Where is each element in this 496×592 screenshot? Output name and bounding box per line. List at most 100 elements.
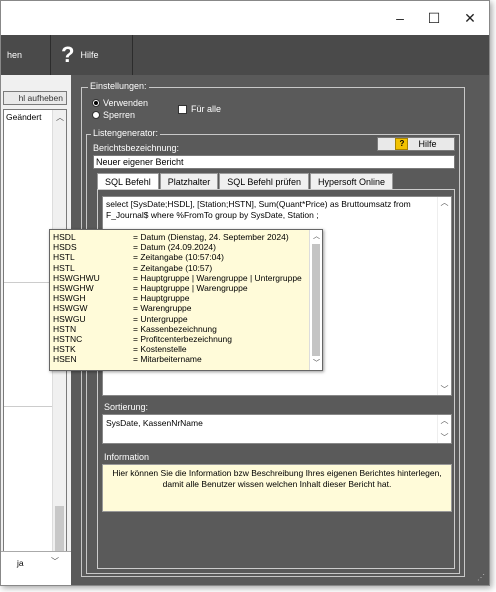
checkbox-all[interactable]: Für alle	[178, 104, 221, 114]
bottom-field-value[interactable]: ja	[17, 558, 24, 568]
list-divider	[4, 406, 52, 407]
placeholder-row[interactable]: HSDS = Datum (24.09.2024)	[51, 242, 309, 252]
tab-bar: SQL Befehl Platzhalter SQL Befehl prüfen…	[97, 173, 394, 190]
info-line-2: damit alle Benutzer wissen welchen Inhal…	[162, 479, 392, 489]
placeholder-value: = Untergruppe	[133, 313, 188, 324]
placeholder-value: = Mitarbeitername	[133, 354, 202, 365]
placeholder-value: = Hauptgruppe	[133, 293, 190, 304]
help-book-icon: ?	[395, 138, 409, 150]
toolbar-item-label: hen	[7, 50, 23, 60]
close-button[interactable]: ✕	[453, 1, 487, 35]
chevron-up-icon[interactable]: ︿	[56, 112, 64, 123]
clear-selection-button[interactable]: hl aufheben	[3, 91, 67, 105]
radio-use-label: Verwenden	[103, 98, 149, 108]
sort-scrollbar[interactable]: ︿ ﹀	[437, 415, 451, 443]
radio-use-indicator[interactable]	[92, 99, 100, 107]
help-icon: ?	[61, 42, 75, 67]
toolbar: hen ? Hilfe	[1, 35, 489, 75]
radio-lock[interactable]: Sperren	[92, 110, 135, 120]
info-field[interactable]: Hier können Sie die Information bzw Besc…	[102, 464, 452, 512]
placeholder-key: HSDS	[53, 242, 77, 253]
placeholder-row[interactable]: HSTK = Kostenstelle	[51, 344, 309, 354]
placeholder-value: = Kostenstelle	[133, 344, 187, 355]
placeholder-value: = Datum (24.09.2024)	[133, 242, 216, 253]
settings-group-label: Einstellungen:	[88, 81, 149, 91]
sql-scrollbar[interactable]: ︿ ﹀	[437, 197, 451, 395]
radio-lock-indicator[interactable]	[92, 111, 100, 119]
placeholder-key: HSTL	[53, 262, 75, 273]
name-label: Berichtsbezeichnung:	[93, 143, 180, 153]
placeholder-row[interactable]: HSWGU = Untergruppe	[51, 314, 309, 324]
chevron-down-icon[interactable]: ﹀	[441, 384, 449, 395]
placeholder-key: HSTN	[53, 323, 77, 334]
generator-help-button[interactable]: ? Hilfe	[377, 137, 455, 151]
placeholder-value: = Kassenbezeichnung	[133, 323, 217, 334]
tab-check-sql[interactable]: SQL Befehl prüfen	[219, 173, 309, 190]
chevron-down-icon[interactable]: ﹀	[51, 556, 59, 567]
placeholder-popup[interactable]: HSDL = Datum (Dienstag, 24. September 202…	[49, 229, 323, 371]
maximize-button[interactable]: ☐	[417, 1, 451, 35]
tab-placeholders[interactable]: Platzhalter	[159, 173, 219, 190]
placeholder-row[interactable]: HSTN = Kassenbezeichnung	[51, 324, 309, 334]
placeholder-row[interactable]: HSTL = Zeitangabe (10:57:04)	[51, 252, 309, 262]
chevron-up-icon[interactable]: ︿	[313, 231, 320, 241]
placeholder-key: HSWGW	[53, 303, 88, 314]
list-divider	[4, 282, 52, 283]
placeholder-value: = Zeitangabe (10:57:04)	[133, 252, 224, 263]
checkbox-all-label: Für alle	[191, 104, 222, 114]
placeholder-row[interactable]: HSTL = Zeitangabe (10:57)	[51, 263, 309, 273]
placeholder-value: = Warengruppe	[133, 303, 192, 314]
scrollbar-thumb[interactable]	[312, 244, 320, 356]
placeholder-row[interactable]: HSDL = Datum (Dienstag, 24. September 202…	[51, 232, 309, 242]
placeholder-row[interactable]: HSTNC = Profitcenterbezeichnung	[51, 334, 309, 344]
placeholder-row[interactable]: HSWGW = Warengruppe	[51, 303, 309, 313]
placeholder-key: HSDL	[53, 232, 76, 242]
sort-value[interactable]: SysDate, KassenNrName	[106, 418, 203, 428]
app-window: – ☐ ✕ hen ? Hilfe hl aufheben Geändert ︿	[0, 0, 490, 586]
placeholder-key: HSWGHWU	[53, 272, 100, 283]
chevron-down-icon[interactable]: ﹀	[441, 432, 449, 443]
placeholder-key: HSTK	[53, 344, 76, 355]
generator-group-label: Listengenerator:	[91, 128, 161, 138]
report-name-field[interactable]: Neuer eigener Bericht	[93, 155, 455, 169]
placeholder-key: HSEN	[53, 354, 77, 365]
tab-sql-command[interactable]: SQL Befehl	[97, 173, 159, 190]
placeholder-list: HSDL = Datum (Dienstag, 24. September 202…	[51, 232, 309, 364]
checkbox-all-box[interactable]	[178, 104, 187, 114]
tab-hypersoft-online[interactable]: Hypersoft Online	[309, 173, 393, 190]
help-label: Hilfe	[80, 50, 99, 60]
toolbar-item-partial[interactable]: hen	[1, 35, 51, 75]
placeholder-key: HSTNC	[53, 333, 83, 344]
sql-text[interactable]: select [SysDate;HSDL], [Station;HSTN], S…	[106, 199, 434, 220]
list-item[interactable]: Geändert	[6, 112, 41, 122]
placeholder-row[interactable]: HSEN = Mitarbeitername	[51, 354, 309, 364]
radio-lock-label: Sperren	[103, 110, 136, 120]
placeholder-value: = Zeitangabe (10:57)	[133, 262, 213, 273]
chevron-up-icon[interactable]: ︿	[441, 197, 449, 208]
placeholder-row[interactable]: HSWGHW = Hauptgruppe | Warengruppe	[51, 283, 309, 293]
placeholder-value: = Hauptgruppe | Warengruppe | Untergrupp…	[133, 272, 302, 283]
minimize-button[interactable]: –	[383, 1, 417, 35]
popup-scrollbar[interactable]: ︿ ﹀	[309, 230, 322, 370]
bottom-field-area: ja ﹀	[1, 551, 71, 585]
sort-field[interactable]: SysDate, KassenNrName ︿ ﹀	[102, 414, 452, 444]
generator-help-label: Hilfe	[418, 139, 437, 149]
resize-grip-icon[interactable]: ⋰	[477, 573, 487, 583]
placeholder-value: = Datum (Dienstag, 24. September 2024)	[133, 232, 289, 242]
radio-use[interactable]: Verwenden	[92, 98, 148, 108]
placeholder-row[interactable]: HSWGH = Hauptgruppe	[51, 293, 309, 303]
placeholder-key: HSTL	[53, 252, 75, 263]
placeholder-row[interactable]: HSWGHWU = Hauptgruppe | Warengruppe | Unt…	[51, 273, 309, 283]
title-bar: – ☐ ✕	[1, 1, 489, 35]
chevron-down-icon[interactable]: ﹀	[313, 358, 320, 368]
chevron-up-icon[interactable]: ︿	[441, 415, 449, 426]
placeholder-key: HSWGHW	[53, 282, 94, 293]
info-label: Information	[104, 452, 150, 462]
placeholder-key: HSWGU	[53, 313, 86, 324]
info-line-1: Hier können Sie die Information bzw Besc…	[112, 468, 442, 478]
placeholder-value: = Profitcenterbezeichnung	[133, 333, 232, 344]
placeholder-value: = Hauptgruppe | Warengruppe	[133, 282, 248, 293]
sort-label: Sortierung:	[104, 402, 149, 412]
help-toolbar-button[interactable]: ? Hilfe	[53, 35, 133, 75]
placeholder-key: HSWGH	[53, 293, 86, 304]
